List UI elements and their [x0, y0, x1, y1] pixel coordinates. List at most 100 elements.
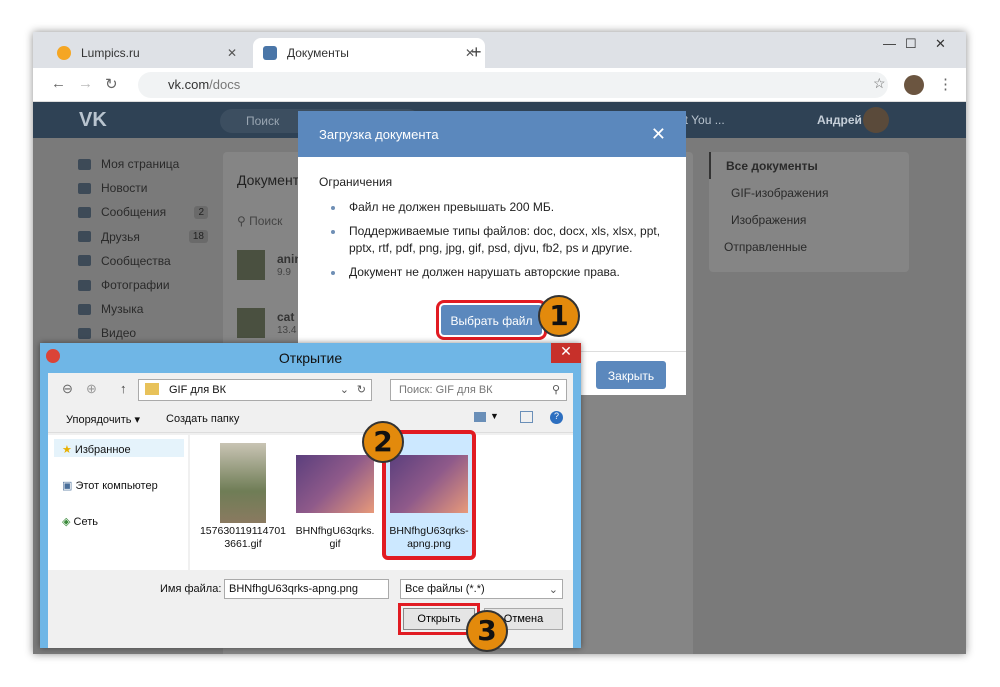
filetype-select[interactable]: Все файлы (*.*) ⌄ — [400, 579, 563, 599]
help-icon[interactable]: ? — [550, 411, 563, 424]
tab-bar: Lumpics.ru ✕ Документы ✕ + — ☐ ✕ — [33, 32, 966, 68]
sidebar-item-messages[interactable]: Сообщения 2 — [78, 200, 208, 224]
sidebar-item-label: Видео — [101, 326, 137, 341]
doc-thumbnail — [237, 308, 265, 338]
user-name[interactable]: Андрей — [817, 113, 862, 127]
file-thumbnail[interactable] — [390, 455, 468, 513]
sidebar-item-music[interactable]: Музыка — [78, 297, 208, 321]
sidebar-item-label: Друзья — [101, 229, 140, 244]
step-badge-3: 3 — [466, 610, 508, 652]
docs-search-placeholder: Поиск — [249, 214, 283, 228]
profile-avatar[interactable] — [904, 75, 924, 95]
sidebar-item-groups[interactable]: Сообщества — [78, 249, 208, 273]
doc-name: cat — [277, 310, 295, 324]
sidebar-item-video[interactable]: Видео — [78, 321, 208, 345]
sidebar-item-label: Новости — [101, 181, 148, 196]
search-icon: ⚲ — [551, 384, 560, 396]
search-placeholder: Поиск: GIF для ВК — [399, 384, 493, 396]
chevron-down-icon[interactable]: ▼ — [490, 411, 499, 421]
back-icon[interactable]: ⊖ — [62, 381, 73, 397]
tab-lumpics[interactable]: Lumpics.ru ✕ — [47, 38, 247, 68]
forward-icon[interactable]: ⊕ — [86, 381, 97, 397]
new-tab-icon[interactable]: + — [471, 42, 482, 63]
refresh-icon[interactable]: ↻ — [357, 383, 366, 396]
nav-network[interactable]: ◈ Сеть — [62, 515, 98, 528]
nav-label: Этот компьютер — [75, 480, 158, 492]
file-open-dialog: Открытие ✕ ⊖ ⊕ ↑ GIF для ВК ⌄ ↻ Поиск: G… — [40, 343, 581, 648]
tab-documents[interactable]: Документы ✕ — [253, 38, 485, 68]
close-icon[interactable]: ✕ — [651, 124, 666, 145]
lumpics-favicon-icon — [57, 46, 71, 60]
file-thumbnail[interactable] — [220, 443, 266, 523]
doc-meta: 13.4 — [277, 325, 297, 336]
tab-label: Lumpics.ru — [81, 46, 140, 60]
organize-menu[interactable]: Упорядочить ▾ — [66, 413, 140, 426]
chevron-down-icon[interactable]: ⌄ — [340, 383, 349, 396]
nav-favorites[interactable]: ★ Избранное — [62, 443, 131, 456]
rule-item: Поддерживаемые типы файлов: doc, docx, x… — [319, 223, 665, 257]
search-icon: ⚲ — [237, 214, 250, 228]
dialog-command-bar: Упорядочить ▾ Создать папку ▼ ? — [48, 407, 573, 433]
forward-icon[interactable]: → — [78, 75, 93, 92]
file-name[interactable]: BHNfhgU63qrks- apng.png — [384, 525, 474, 551]
open-button[interactable]: Открыть — [398, 603, 480, 635]
maximize-icon[interactable]: ☐ — [905, 36, 917, 52]
filter-images[interactable]: Изображения — [709, 206, 909, 233]
home-icon — [78, 158, 91, 170]
search-input[interactable]: Поиск: GIF для ВК ⚲ — [390, 379, 567, 401]
doc-thumbnail — [237, 250, 265, 280]
sidebar-item-friends[interactable]: Друзья 18 — [78, 225, 208, 249]
close-window-icon[interactable]: ✕ — [935, 36, 946, 52]
sidebar-item-my-page[interactable]: Моя страница — [78, 152, 208, 176]
browser-toolbar: ← → ↻ vk.com/docs ☆ ⋮ — [33, 68, 966, 102]
close-icon[interactable]: ✕ — [551, 343, 581, 363]
rule-item: Файл не должен превышать 200 МБ. — [319, 199, 665, 216]
nav-this-pc[interactable]: ▣ Этот компьютер — [62, 479, 158, 492]
address-bar[interactable]: vk.com/docs — [138, 72, 888, 98]
file-name[interactable]: BHNfhgU63qrks. gif — [290, 525, 380, 551]
message-icon — [78, 206, 91, 218]
doc-meta: 9.9 — [277, 267, 291, 278]
filter-gif[interactable]: GIF-изображения — [709, 179, 909, 206]
up-arrow-icon[interactable]: ↑ — [120, 381, 127, 396]
filter-all-docs[interactable]: Все документы — [709, 152, 909, 179]
music-icon — [78, 303, 91, 315]
avatar[interactable] — [863, 107, 889, 133]
sidebar-item-label: Фотографии — [101, 278, 170, 293]
docs-search-input[interactable]: ⚲ Поиск — [237, 214, 282, 228]
friends-icon — [78, 231, 91, 243]
preview-pane-icon[interactable] — [520, 411, 533, 423]
new-folder-button[interactable]: Создать папку — [166, 413, 239, 425]
sidebar-item-label: Моя страница — [101, 157, 180, 172]
view-icon[interactable] — [474, 412, 486, 422]
file-name[interactable]: 157630119114701 3661.gif — [195, 525, 291, 551]
network-icon: ◈ — [62, 516, 74, 528]
close-tab-icon[interactable]: ✕ — [227, 46, 237, 60]
address-input[interactable]: GIF для ВК ⌄ ↻ — [138, 379, 372, 401]
back-icon[interactable]: ← — [51, 75, 66, 92]
choose-file-button[interactable]: Выбрать файл — [436, 300, 547, 340]
url-host: vk.com — [168, 77, 210, 92]
nav-label: Избранное — [74, 444, 131, 456]
reload-icon[interactable]: ↻ — [105, 75, 118, 93]
sidebar-item-news[interactable]: Новости — [78, 176, 208, 200]
step-badge-1: 1 — [538, 295, 580, 337]
sidebar-item-label: Музыка — [101, 302, 144, 317]
bookmark-star-icon[interactable]: ☆ — [873, 75, 886, 92]
sidebar-item-label: Сообщения — [101, 205, 167, 220]
file-thumbnail[interactable] — [296, 455, 374, 513]
filter-sent[interactable]: Отправленные — [709, 233, 909, 260]
modal-title: Загрузка документа — [319, 127, 439, 142]
filename-input[interactable]: BHNfhgU63qrks-apng.png — [224, 579, 389, 599]
dialog-title: Открытие — [278, 350, 343, 366]
groups-icon — [78, 255, 91, 267]
close-button[interactable]: Закрыть — [596, 361, 666, 389]
vk-logo[interactable]: VK — [79, 109, 107, 132]
menu-dots-icon[interactable]: ⋮ — [938, 75, 953, 93]
camera-icon — [78, 279, 91, 291]
news-icon — [78, 182, 91, 194]
dialog-titlebar: Открытие ✕ — [40, 343, 581, 373]
chrome-icon — [46, 349, 60, 363]
sidebar-item-photos[interactable]: Фотографии — [78, 273, 208, 297]
minimize-icon[interactable]: — — [883, 36, 896, 51]
